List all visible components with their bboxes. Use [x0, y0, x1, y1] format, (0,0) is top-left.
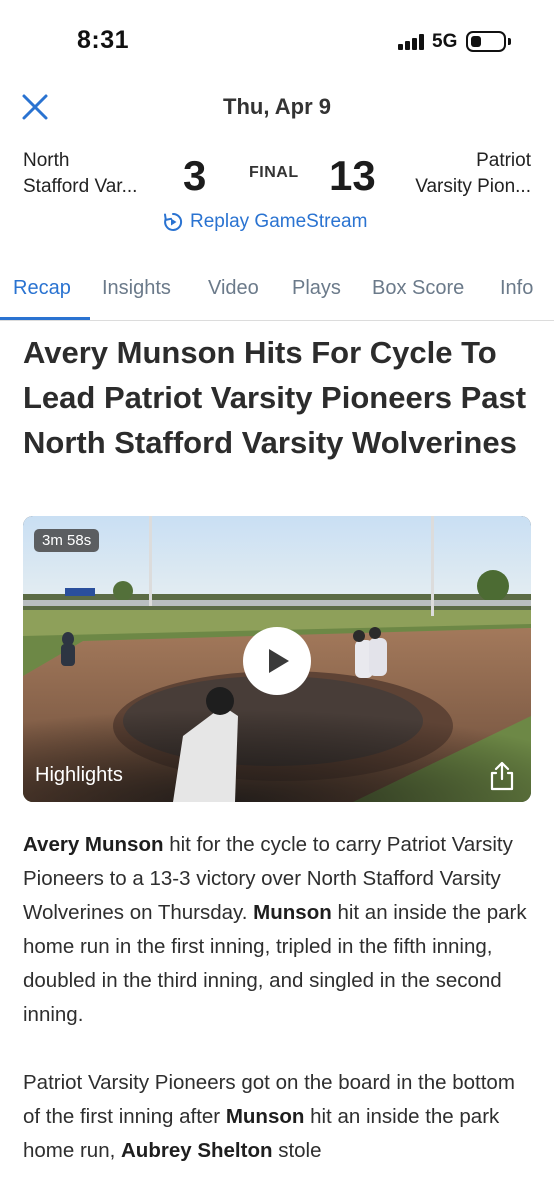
network-type: 5G — [432, 31, 458, 52]
tab-bar: Recap Insights Video Plays Box Score Inf… — [0, 266, 554, 321]
video-label: Highlights — [35, 764, 123, 786]
replay-gamestream-link[interactable]: Replay GameStream — [162, 208, 367, 236]
player-name[interactable]: Munson — [226, 1105, 305, 1128]
away-score: 13 — [329, 152, 376, 199]
tab-plays[interactable]: Plays — [292, 277, 341, 300]
tab-recap[interactable]: Recap — [13, 277, 71, 300]
article-title: Avery Munson Hits For Cycle To Lead Patr… — [23, 335, 527, 460]
status-bar: 8:31 5G — [0, 0, 554, 80]
home-team-line1: North — [23, 150, 70, 171]
cellular-signal-icon — [398, 34, 426, 50]
player-name[interactable]: Aubrey Shelton — [121, 1139, 273, 1162]
article-paragraph-1: Avery Munson hit for the cycle to carry … — [23, 833, 527, 1026]
home-team-line2: Stafford Var... — [23, 176, 138, 197]
player-name[interactable]: Avery Munson — [23, 833, 164, 856]
battery-tip — [508, 38, 511, 45]
tab-info[interactable]: Info — [500, 277, 533, 300]
home-team-name[interactable]: North Stafford Var... — [23, 148, 173, 200]
status-time: 8:31 — [77, 26, 130, 54]
play-button[interactable] — [243, 627, 311, 695]
replay-label: Replay GameStream — [190, 211, 368, 232]
video-duration-badge: 3m 58s — [34, 529, 100, 552]
tab-insights[interactable]: Insights — [102, 277, 171, 300]
highlight-video[interactable]: 3m 58s Highlights — [23, 516, 531, 802]
play-icon — [269, 649, 289, 673]
player-name[interactable]: Munson — [253, 901, 332, 924]
share-icon[interactable] — [487, 760, 517, 792]
article-paragraph-2: Patriot Varsity Pioneers got on the boar… — [23, 1071, 515, 1162]
home-score: 3 — [183, 152, 207, 199]
replay-icon — [164, 212, 183, 231]
scoreboard: North Stafford Var... 3 FINAL 13 Patriot… — [0, 148, 554, 204]
battery-icon — [466, 31, 506, 52]
away-team-name[interactable]: Patriot Varsity Pion... — [381, 148, 531, 200]
tab-box-score[interactable]: Box Score — [372, 277, 464, 300]
game-date: Thu, Apr 9 — [223, 94, 331, 119]
active-tab-indicator — [0, 317, 90, 320]
article-body: Avery Munson hit for the cycle to carry … — [23, 828, 533, 1200]
away-team-line2: Varsity Pion... — [415, 176, 531, 197]
tab-video[interactable]: Video — [208, 277, 259, 300]
away-team-line1: Patriot — [476, 150, 531, 171]
game-status: FINAL — [249, 164, 299, 181]
